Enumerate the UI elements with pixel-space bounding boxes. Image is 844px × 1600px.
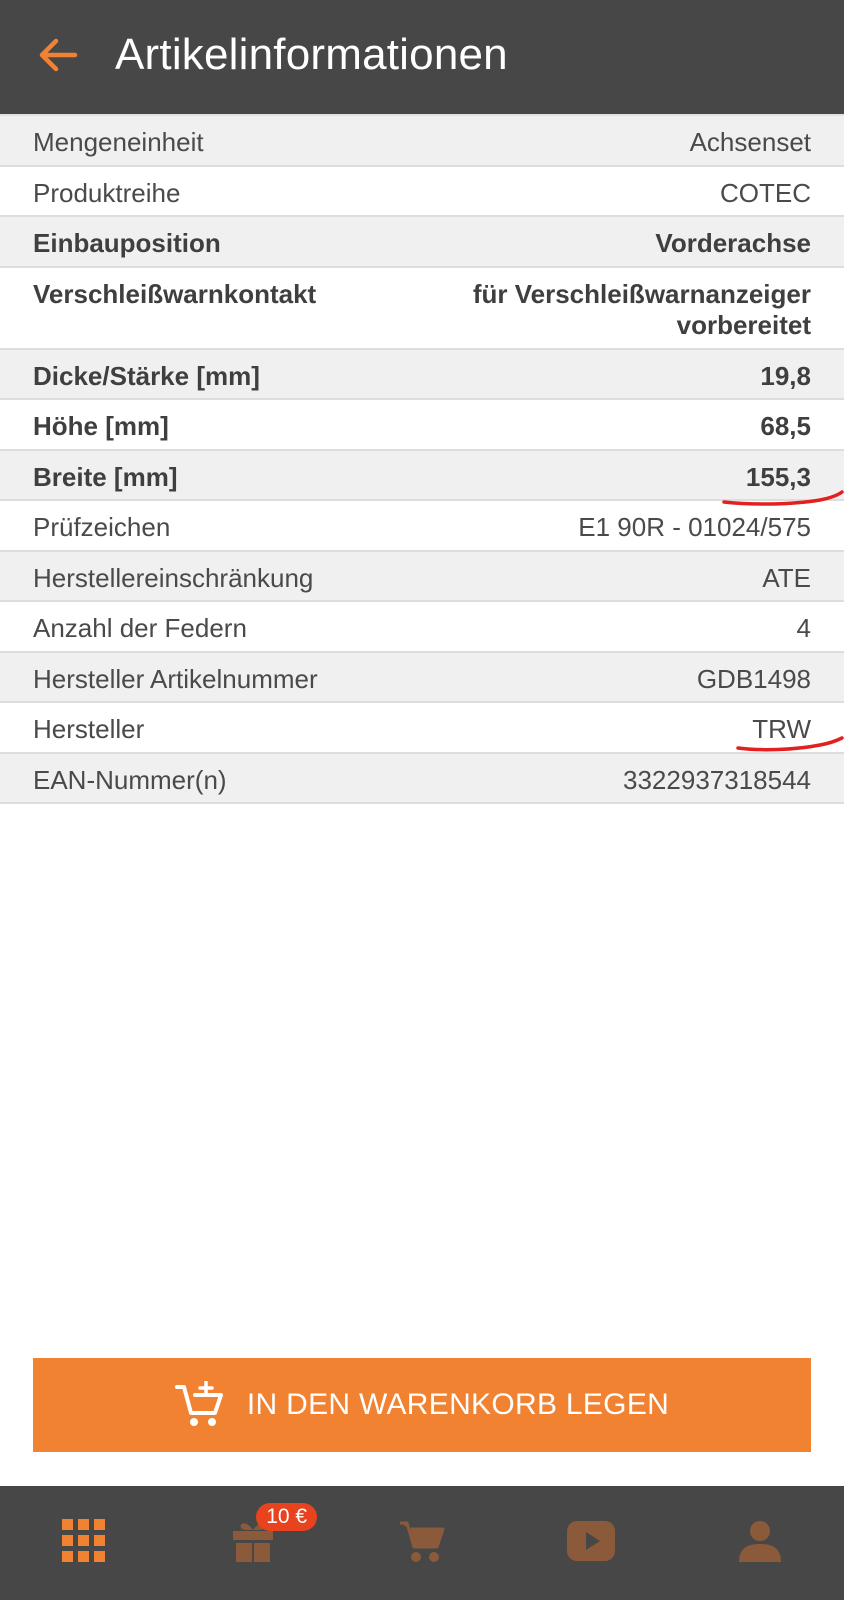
article-info-table: Mengeneinheit Achsenset Produktreihe COT…: [0, 114, 844, 804]
cart-icon: [399, 1519, 445, 1568]
page-title: Artikelinformationen: [115, 30, 508, 79]
arrow-left-icon: [38, 38, 78, 77]
row-value: GDB1498: [696, 663, 811, 694]
table-row: Dicke/Stärke [mm] 19,8: [0, 349, 844, 400]
row-value: 4: [796, 613, 811, 643]
table-row: Einbauposition Vorderachse: [0, 217, 844, 268]
add-to-cart-label: IN DEN WARENKORB LEGEN: [246, 1388, 670, 1421]
row-label: Dicke/Stärke [mm]: [33, 360, 260, 391]
row-value: Vorderachse: [655, 228, 811, 258]
row-value: E1 90R - 01024/575: [578, 512, 811, 542]
table-row: EAN-Nummer(n) 3322937318544: [0, 753, 844, 804]
play-icon: [566, 1520, 615, 1566]
table-row: Produktreihe COTEC: [0, 167, 844, 217]
row-label: Anzahl der Federn: [33, 613, 247, 643]
row-value: 19,8: [760, 360, 811, 391]
table-row: Prüfzeichen E1 90R - 01024/575: [0, 501, 844, 552]
row-label: Prüfzeichen: [33, 512, 171, 542]
row-value: 155,3: [745, 461, 811, 492]
table-row: Mengeneinheit Achsenset: [0, 116, 844, 167]
row-label: EAN-Nummer(n): [33, 764, 227, 795]
row-label: Breite [mm]: [33, 461, 178, 492]
row-label: Produktreihe: [33, 177, 181, 208]
bottom-navigation: 10 €: [0, 1486, 844, 1600]
row-label: Verschleißwarnkontakt: [33, 278, 317, 309]
add-to-cart-button[interactable]: IN DEN WARENKORB LEGEN: [33, 1358, 811, 1452]
row-label: Mengeneinheit: [33, 127, 204, 157]
table-row: Höhe [mm] 68,5: [0, 400, 844, 451]
table-row: Verschleißwarnkontakt für Verschleißwarn…: [0, 268, 844, 350]
row-value: 3322937318544: [623, 764, 811, 795]
table-row: Breite [mm] 155,3: [0, 450, 844, 501]
row-value: ATE: [762, 562, 811, 593]
gift-badge: 10 €: [256, 1503, 318, 1531]
row-value: Achsenset: [689, 127, 811, 157]
row-label: Einbauposition: [33, 228, 221, 258]
row-label: Höhe [mm]: [33, 411, 169, 441]
person-icon: [738, 1520, 781, 1567]
app-bar: Artikelinformationen: [0, 0, 844, 114]
row-label: Hersteller: [33, 714, 145, 744]
back-button[interactable]: [30, 32, 86, 82]
table-row: Hersteller Artikelnummer GDB1498: [0, 652, 844, 703]
grid-icon: [62, 1518, 106, 1568]
nav-item-categories[interactable]: [24, 1493, 144, 1593]
table-row: Hersteller TRW: [0, 703, 844, 754]
row-value: TRW: [752, 714, 811, 744]
nav-item-account[interactable]: [700, 1493, 820, 1593]
table-row: Herstellereinschränkung ATE: [0, 551, 844, 602]
row-value: für Verschleißwarnanzeiger vorbereitet: [472, 278, 811, 340]
table-row: Anzahl der Federn 4: [0, 602, 844, 653]
row-value: COTEC: [720, 177, 811, 208]
row-label: Hersteller Artikelnummer: [33, 663, 318, 694]
nav-item-cart[interactable]: [362, 1493, 482, 1593]
row-label: Herstellereinschränkung: [33, 562, 314, 593]
nav-item-gift[interactable]: 10 €: [193, 1493, 318, 1593]
row-value: 68,5: [760, 411, 811, 441]
cart-add-icon: [174, 1381, 225, 1429]
nav-item-videos[interactable]: [531, 1493, 651, 1593]
